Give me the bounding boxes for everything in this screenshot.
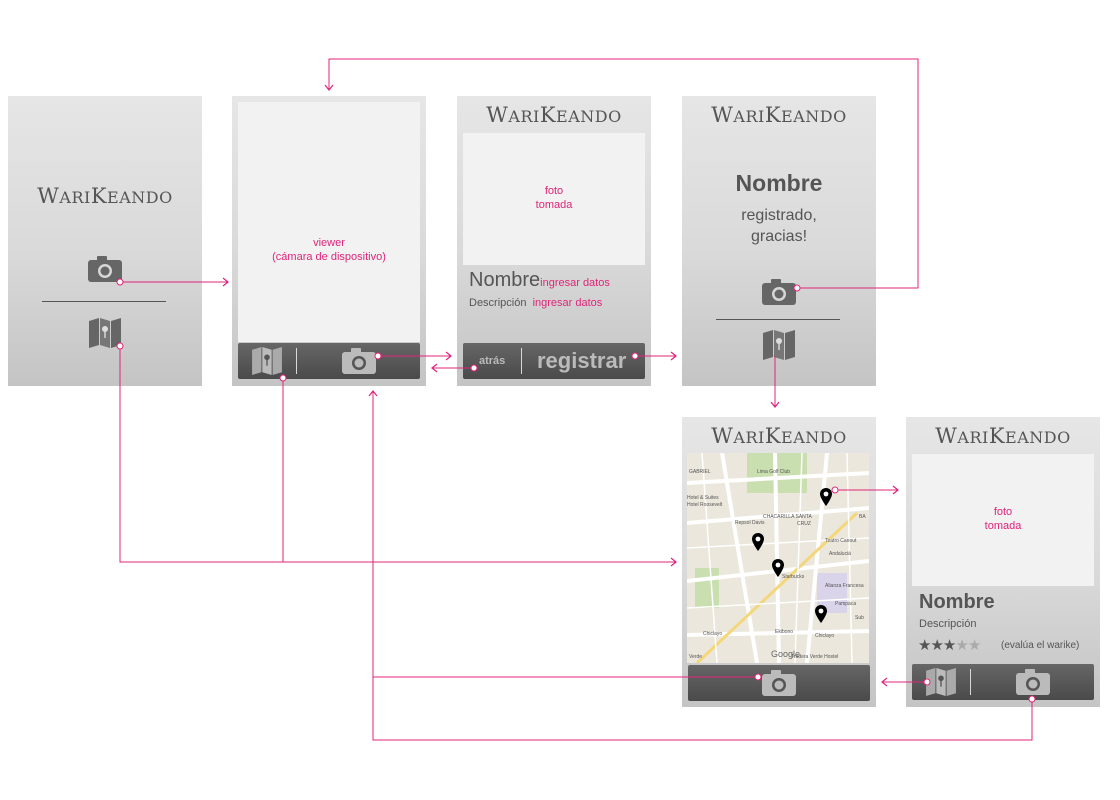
flow-arrow bbox=[372, 391, 1033, 741]
flow-arrow bbox=[328, 58, 919, 289]
flow-connectors bbox=[116, 58, 1036, 741]
flow-arrow bbox=[119, 346, 676, 563]
